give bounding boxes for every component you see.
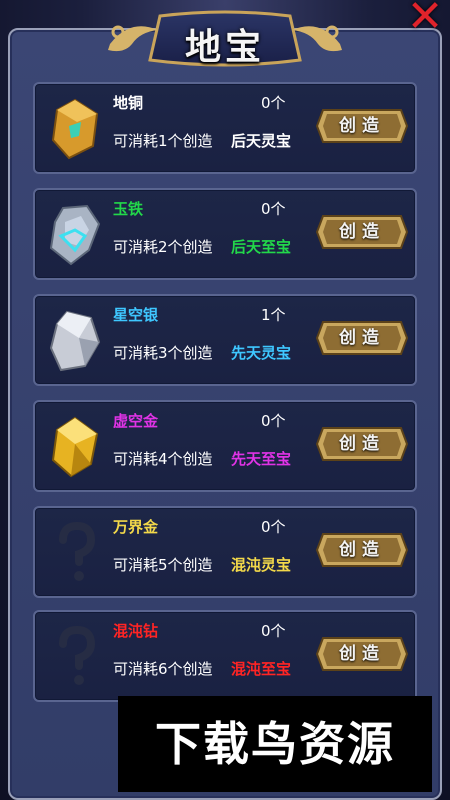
create-button-label: 创造 <box>339 540 385 560</box>
create-button-label: 创造 <box>339 434 385 454</box>
item-cost: 可消耗2个创造 <box>113 238 213 256</box>
star-silver-icon <box>45 308 105 374</box>
create-button-label: 创造 <box>339 644 385 664</box>
treasure-item-card: 万界金 0个 可消耗5个创造 混沌灵宝 创造 <box>33 506 417 598</box>
create-button[interactable]: 创造 <box>315 214 409 250</box>
create-button[interactable]: 创造 <box>315 426 409 462</box>
create-button[interactable]: 创造 <box>315 636 409 672</box>
jade-iron-icon <box>45 202 105 268</box>
create-button-label: 创造 <box>339 222 385 242</box>
watermark: 下载鸟资源 <box>118 696 432 792</box>
item-grade: 先天至宝 <box>231 450 292 468</box>
item-grade: 混沌至宝 <box>231 660 292 678</box>
item-name: 虚空金 <box>113 412 159 430</box>
item-count: 1个 <box>261 306 286 324</box>
treasure-item-card: 玉铁 0个 可消耗2个创造 后天至宝 创造 <box>33 188 417 280</box>
copper-ore-icon <box>45 96 105 162</box>
title-plate: 地宝 <box>100 10 350 72</box>
item-count: 0个 <box>261 200 286 218</box>
item-count: 0个 <box>261 94 286 112</box>
item-name: 玉铁 <box>113 200 144 218</box>
close-icon[interactable]: ✕ <box>404 0 446 39</box>
item-name: 万界金 <box>113 518 159 536</box>
treasure-item-card: 混沌钻 0个 可消耗6个创造 混沌至宝 创造 <box>33 610 417 702</box>
create-button[interactable]: 创造 <box>315 108 409 144</box>
unknown-icon <box>45 624 105 690</box>
window-title: 地宝 <box>184 26 265 68</box>
item-count: 0个 <box>261 622 286 640</box>
item-cost: 可消耗1个创造 <box>113 132 213 150</box>
item-name: 星空银 <box>113 306 159 324</box>
void-gold-icon <box>45 414 105 480</box>
item-name: 混沌钻 <box>113 622 159 640</box>
item-cost: 可消耗3个创造 <box>113 344 213 362</box>
item-count: 0个 <box>261 412 286 430</box>
unknown-icon <box>45 520 105 586</box>
item-cost: 可消耗5个创造 <box>113 556 213 574</box>
item-cost: 可消耗6个创造 <box>113 660 213 678</box>
treasure-item-card: 地铜 0个 可消耗1个创造 后天灵宝 创造 <box>33 82 417 174</box>
item-grade: 混沌灵宝 <box>231 556 292 574</box>
create-button-label: 创造 <box>339 328 385 348</box>
treasure-item-card: 虚空金 0个 可消耗4个创造 先天至宝 创造 <box>33 400 417 492</box>
item-grade: 后天至宝 <box>231 238 292 256</box>
item-name: 地铜 <box>113 94 144 112</box>
item-grade: 先天灵宝 <box>231 344 292 362</box>
create-button[interactable]: 创造 <box>315 532 409 568</box>
item-cost: 可消耗4个创造 <box>113 450 213 468</box>
create-button-label: 创造 <box>339 116 385 136</box>
create-button[interactable]: 创造 <box>315 320 409 356</box>
item-count: 0个 <box>261 518 286 536</box>
item-grade: 后天灵宝 <box>231 132 292 150</box>
treasure-item-card: 星空银 1个 可消耗3个创造 先天灵宝 创造 <box>33 294 417 386</box>
